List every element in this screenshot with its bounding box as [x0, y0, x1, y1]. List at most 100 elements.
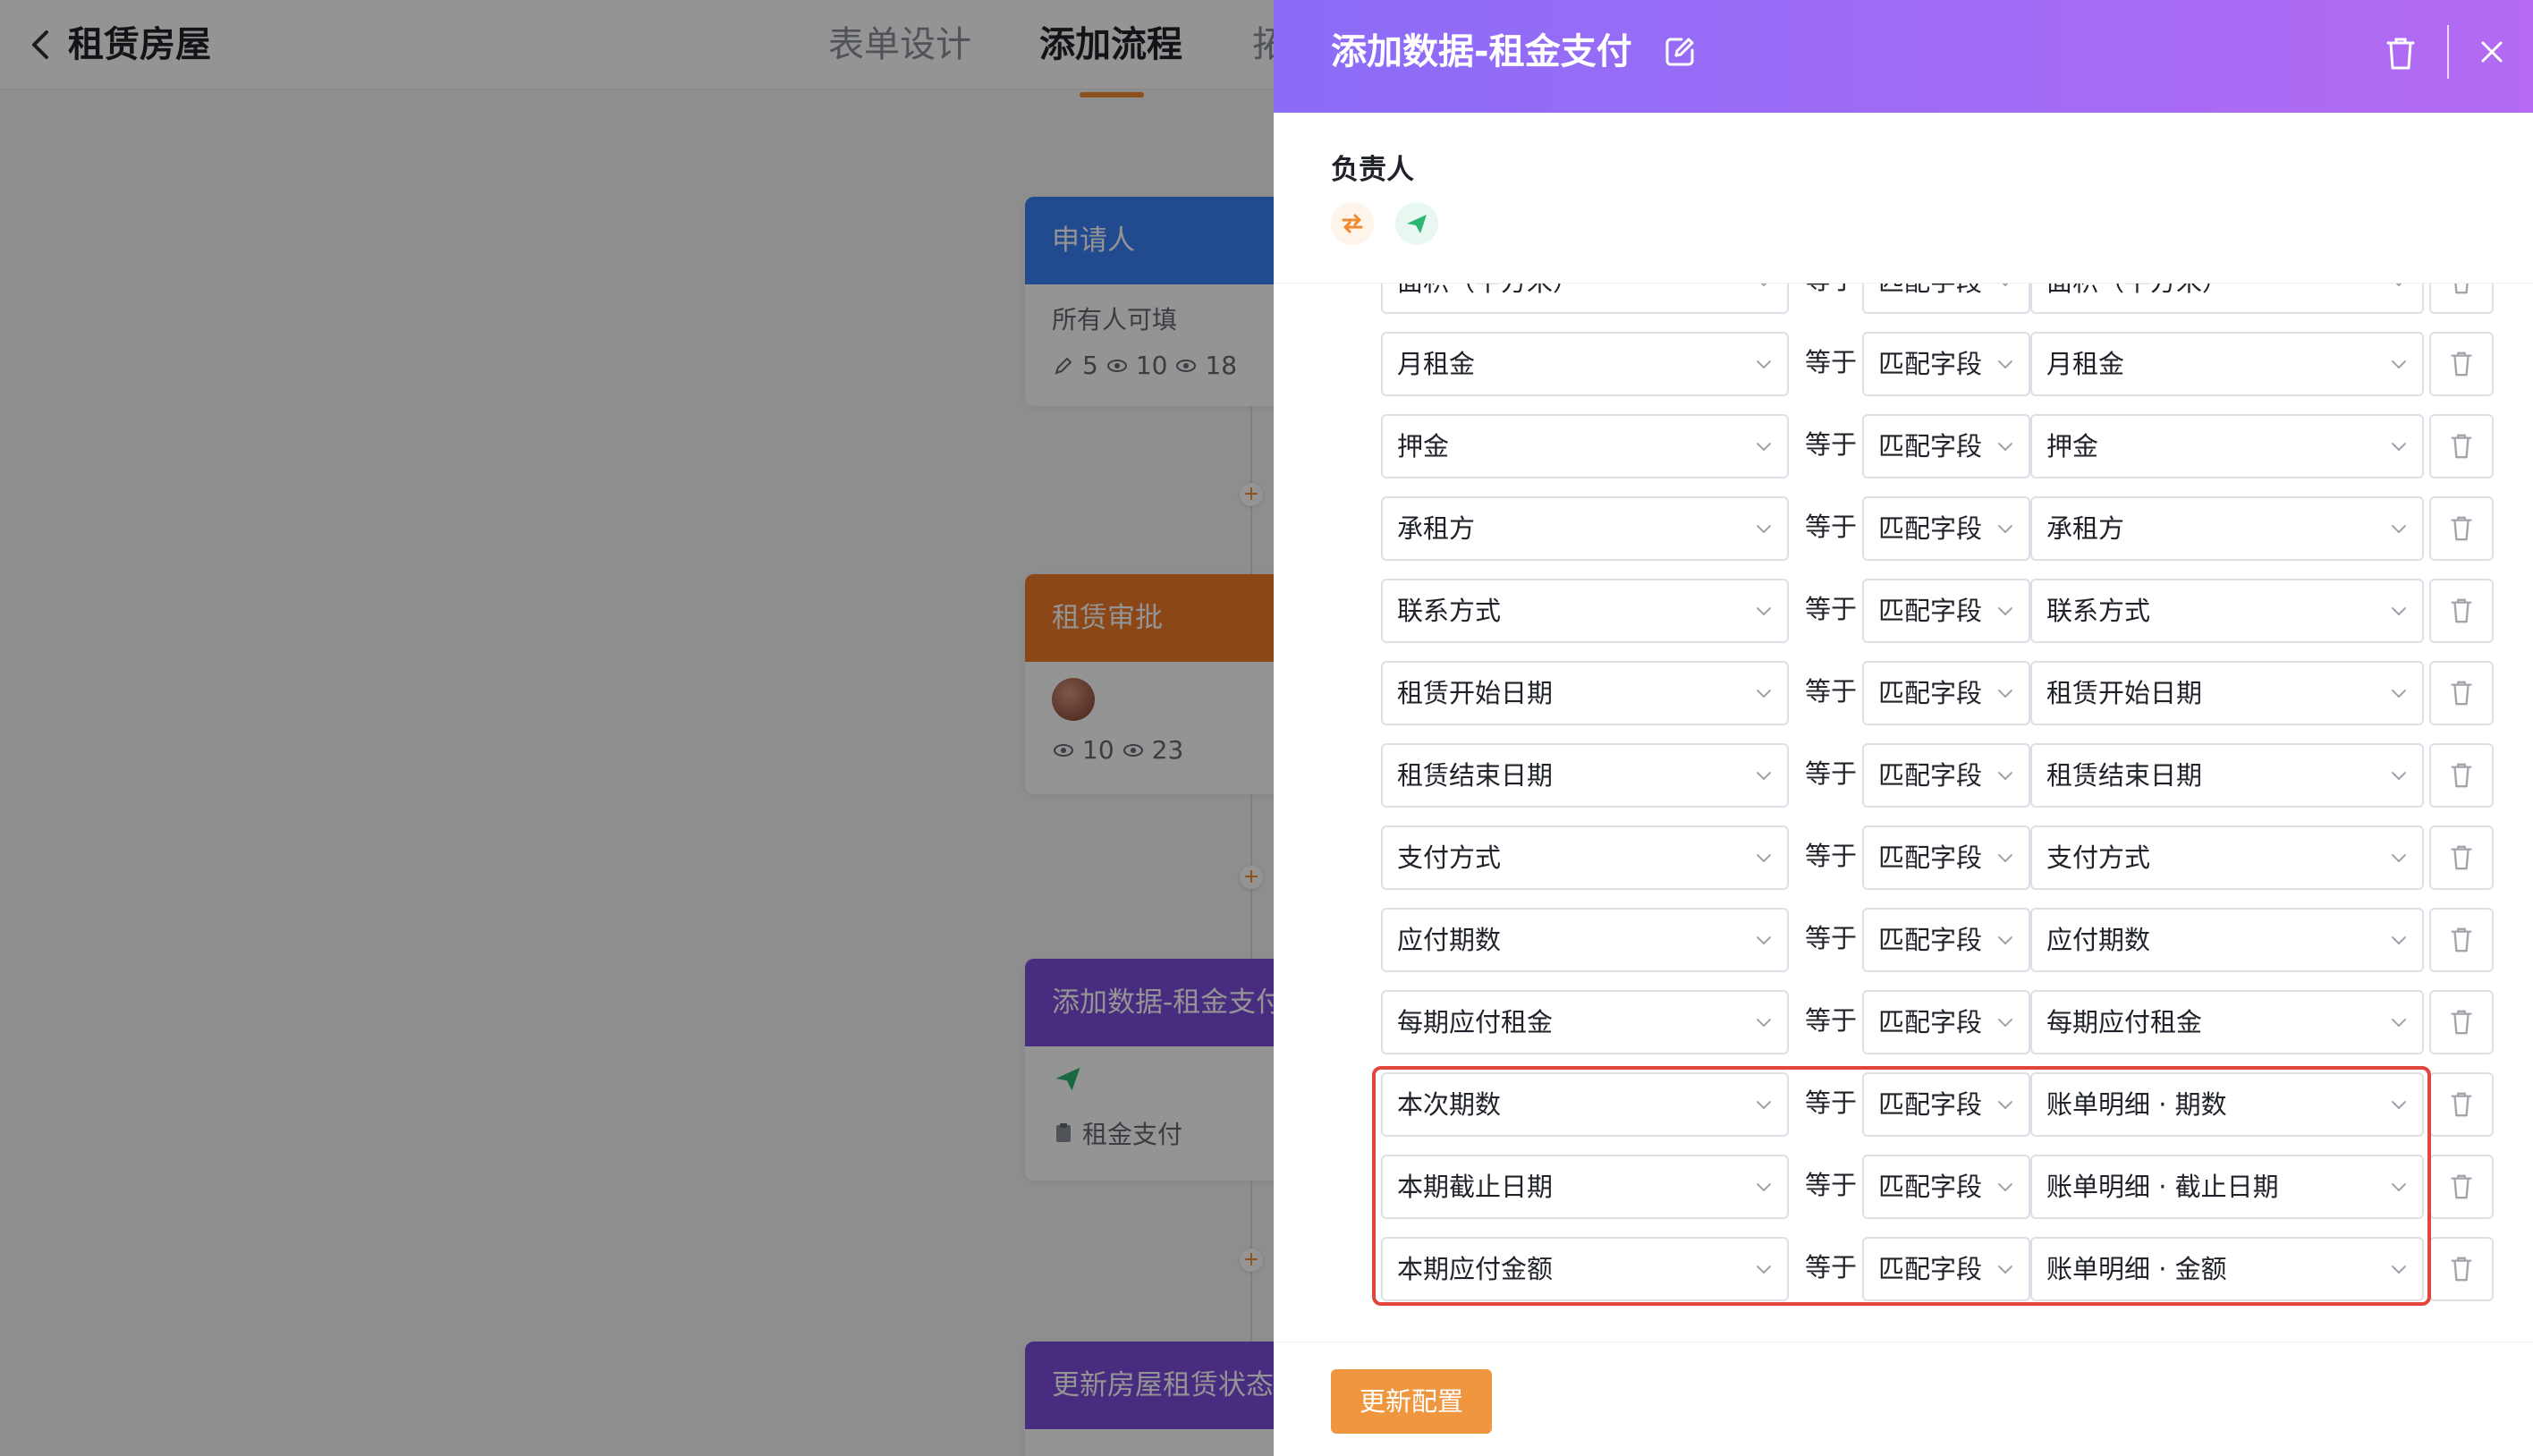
delete-row-button[interactable] [2429, 908, 2494, 972]
chevron-down-icon [1757, 1019, 1771, 1027]
match-mode-select[interactable]: 匹配字段 [1862, 661, 2030, 725]
source-field-select[interactable]: 支付方式 [2030, 825, 2424, 890]
chevron-down-icon [1757, 772, 1771, 780]
target-field-value: 面积（平方米） [1397, 284, 1579, 297]
source-field-select[interactable]: 面积（平方米） [2030, 284, 2424, 314]
close-icon[interactable] [2476, 36, 2508, 68]
chevron-down-icon [2392, 772, 2406, 780]
trash-icon [2451, 598, 2472, 623]
target-field-select[interactable]: 押金 [1381, 414, 1789, 478]
match-mode-select[interactable]: 匹配字段 [1862, 1072, 2030, 1137]
operator-label: 等于 [1804, 429, 1857, 460]
match-mode-select[interactable]: 匹配字段 [1862, 332, 2030, 396]
edit-icon[interactable] [1662, 34, 1698, 70]
match-mode-value: 匹配字段 [1878, 925, 1983, 955]
delete-row-button[interactable] [2429, 332, 2494, 396]
target-field-value: 应付期数 [1397, 925, 1502, 955]
send-icon[interactable] [1395, 202, 1438, 245]
field-mapping-row: 月租金 等于 匹配字段 月租金 [1274, 332, 2533, 396]
source-field-select[interactable]: 账单明细 · 截止日期 [2030, 1155, 2424, 1219]
chevron-down-icon [2392, 854, 2406, 862]
operator-label: 等于 [1804, 841, 1857, 871]
target-field-value: 租赁开始日期 [1397, 678, 1554, 708]
source-field-select[interactable]: 月租金 [2030, 332, 2424, 396]
source-field-select[interactable]: 账单明细 · 期数 [2030, 1072, 2424, 1137]
chevron-down-icon [1757, 443, 1771, 451]
delete-row-button[interactable] [2429, 1237, 2494, 1301]
chevron-down-icon [1757, 360, 1771, 368]
field-mapping-row: 本期应付金额 等于 匹配字段 账单明细 · 金额 [1274, 1237, 2533, 1301]
match-mode-select[interactable]: 匹配字段 [1862, 414, 2030, 478]
modal-overlay[interactable] [0, 0, 1274, 1456]
source-field-value: 租赁开始日期 [2046, 678, 2203, 708]
trash-icon [2451, 351, 2472, 377]
match-mode-select[interactable]: 匹配字段 [1862, 579, 2030, 643]
target-field-select[interactable]: 支付方式 [1381, 825, 1789, 890]
trash-icon [2454, 284, 2469, 294]
match-mode-value: 匹配字段 [1878, 349, 1983, 379]
delete-row-button[interactable] [2429, 496, 2494, 561]
trash-icon [2451, 1092, 2472, 1117]
source-field-value: 账单明细 · 金额 [2046, 1254, 2227, 1284]
delete-row-button[interactable] [2429, 414, 2494, 478]
chevron-down-icon [2392, 690, 2406, 698]
delete-row-button[interactable] [2429, 284, 2494, 314]
source-field-select[interactable]: 承租方 [2030, 496, 2424, 561]
source-field-select[interactable]: 租赁结束日期 [2030, 743, 2424, 808]
chevron-down-icon [2392, 443, 2406, 451]
trash-icon[interactable] [2383, 34, 2419, 73]
match-mode-select[interactable]: 匹配字段 [1862, 990, 2030, 1054]
field-mapping-list[interactable]: 面积（平方米）等于匹配字段面积（平方米）月租金等于匹配字段月租金押金等于匹配字段… [1274, 283, 2533, 1342]
target-field-select[interactable]: 承租方 [1381, 496, 1789, 561]
source-field-select[interactable]: 联系方式 [2030, 579, 2424, 643]
match-mode-select[interactable]: 匹配字段 [1862, 1155, 2030, 1219]
chevron-down-icon [2392, 525, 2406, 533]
swap-icon[interactable] [1331, 202, 1374, 245]
delete-row-button[interactable] [2429, 743, 2494, 808]
delete-row-button[interactable] [2429, 1155, 2494, 1219]
target-field-select[interactable]: 应付期数 [1381, 908, 1789, 972]
delete-row-button[interactable] [2429, 990, 2494, 1054]
operator-label: 等于 [1804, 923, 1857, 953]
source-field-select[interactable]: 租赁开始日期 [2030, 661, 2424, 725]
match-mode-select[interactable]: 匹配字段 [1862, 743, 2030, 808]
operator-label: 等于 [1804, 1252, 1857, 1282]
target-field-select[interactable]: 租赁结束日期 [1381, 743, 1789, 808]
match-mode-select[interactable]: 匹配字段 [1862, 908, 2030, 972]
field-mapping-row: 每期应付租金 等于 匹配字段 每期应付租金 [1274, 990, 2533, 1054]
source-field-select[interactable]: 每期应付租金 [2030, 990, 2424, 1054]
match-mode-select[interactable]: 匹配字段 [1862, 284, 2030, 314]
match-mode-select[interactable]: 匹配字段 [1862, 496, 2030, 561]
delete-row-button[interactable] [2429, 579, 2494, 643]
target-field-select[interactable]: 联系方式 [1381, 579, 1789, 643]
source-field-select[interactable]: 账单明细 · 金额 [2030, 1237, 2424, 1301]
operator-label: 等于 [1804, 758, 1857, 789]
match-mode-value: 匹配字段 [1878, 513, 1983, 544]
trash-icon [2451, 681, 2472, 706]
match-mode-value: 匹配字段 [1878, 431, 1983, 461]
source-field-select[interactable]: 应付期数 [2030, 908, 2424, 972]
match-mode-select[interactable]: 匹配字段 [1862, 1237, 2030, 1301]
chevron-down-icon [1998, 607, 2012, 615]
source-field-value: 联系方式 [2046, 596, 2151, 626]
target-field-select[interactable]: 本次期数 [1381, 1072, 1789, 1137]
delete-row-button[interactable] [2429, 1072, 2494, 1137]
source-field-value: 押金 [2046, 431, 2099, 461]
source-field-select[interactable]: 押金 [2030, 414, 2424, 478]
chevron-down-icon [1757, 1183, 1771, 1191]
chevron-down-icon [1757, 607, 1771, 615]
field-mapping-row: 支付方式 等于 匹配字段 支付方式 [1274, 825, 2533, 890]
match-mode-value: 匹配字段 [1878, 1172, 1983, 1202]
target-field-select[interactable]: 本期应付金额 [1381, 1237, 1789, 1301]
target-field-select[interactable]: 本期截止日期 [1381, 1155, 1789, 1219]
update-config-button[interactable]: 更新配置 [1331, 1369, 1492, 1434]
target-field-select[interactable]: 租赁开始日期 [1381, 661, 1789, 725]
delete-row-button[interactable] [2429, 661, 2494, 725]
target-field-select[interactable]: 月租金 [1381, 332, 1789, 396]
match-mode-select[interactable]: 匹配字段 [1862, 825, 2030, 890]
chevron-down-icon [2392, 360, 2406, 368]
target-field-select[interactable]: 每期应付租金 [1381, 990, 1789, 1054]
target-field-select[interactable]: 面积（平方米） [1381, 284, 1789, 314]
delete-row-button[interactable] [2429, 825, 2494, 890]
match-mode-value: 匹配字段 [1878, 284, 1982, 297]
